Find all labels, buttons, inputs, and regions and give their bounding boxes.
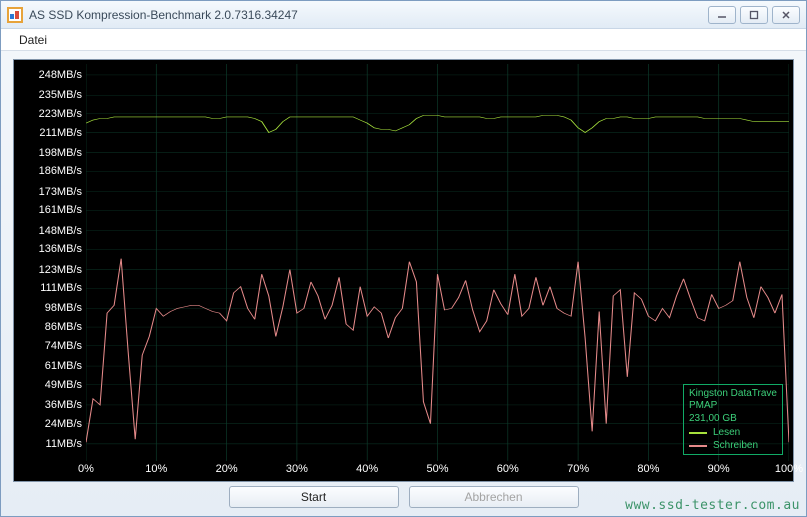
y-tick-label: 86MB/s xyxy=(45,321,82,333)
legend-capacity: 231,00 GB xyxy=(689,413,777,426)
x-tick-label: 10% xyxy=(145,463,167,475)
minimize-button[interactable] xyxy=(708,6,736,24)
y-tick-label: 211MB/s xyxy=(39,127,82,139)
y-tick-label: 36MB/s xyxy=(45,399,82,411)
x-tick-label: 100% xyxy=(775,463,803,475)
menu-file[interactable]: Datei xyxy=(11,31,55,49)
window-title: AS SSD Kompression-Benchmark 2.0.7316.34… xyxy=(29,8,708,22)
x-tick-label: 30% xyxy=(286,463,308,475)
start-button[interactable]: Start xyxy=(229,486,399,508)
app-icon xyxy=(7,7,23,23)
y-tick-label: 24MB/s xyxy=(45,418,82,430)
legend-write-row: Schreiben xyxy=(689,440,777,453)
y-tick-label: 235MB/s xyxy=(39,89,82,101)
y-tick-label: 98MB/s xyxy=(45,302,82,314)
y-tick-label: 148MB/s xyxy=(39,225,82,237)
titlebar: AS SSD Kompression-Benchmark 2.0.7316.34… xyxy=(1,1,806,29)
x-tick-label: 20% xyxy=(216,463,238,475)
legend-device: Kingston DataTrave xyxy=(689,388,777,401)
cancel-button[interactable]: Abbrechen xyxy=(409,486,579,508)
window-controls xyxy=(708,6,800,24)
x-tick-label: 40% xyxy=(356,463,378,475)
y-tick-label: 11MB/s xyxy=(46,438,82,450)
benchmark-chart: 11MB/s 24MB/s 36MB/s 49MB/s 61MB/s 74MB/s 86MB… xyxy=(14,60,793,481)
x-tick-label: 0% xyxy=(78,463,94,475)
app-window: AS SSD Kompression-Benchmark 2.0.7316.34… xyxy=(0,0,807,517)
y-axis-labels: 11MB/s 24MB/s 36MB/s 49MB/s 61MB/s 74MB/s 86MB… xyxy=(14,60,86,461)
maximize-button[interactable] xyxy=(740,6,768,24)
x-tick-label: 70% xyxy=(567,463,589,475)
y-tick-label: 186MB/s xyxy=(39,165,82,177)
chart-area: 11MB/s 24MB/s 36MB/s 49MB/s 61MB/s 74MB/s 86MB… xyxy=(13,59,794,482)
x-tick-label: 90% xyxy=(708,463,730,475)
y-tick-label: 198MB/s xyxy=(39,147,82,159)
close-button[interactable] xyxy=(772,6,800,24)
x-tick-label: 60% xyxy=(497,463,519,475)
menubar: Datei xyxy=(1,29,806,51)
legend-read-label: Lesen xyxy=(713,427,740,440)
y-tick-label: 49MB/s xyxy=(45,379,82,391)
y-tick-label: 136MB/s xyxy=(39,243,82,255)
y-tick-label: 111MB/s xyxy=(40,282,82,294)
y-tick-label: 173MB/s xyxy=(39,186,82,198)
legend-device-sub: PMAP xyxy=(689,400,777,413)
x-axis-labels: 0%10%20%30%40%50%60%70%80%90%100% xyxy=(86,461,789,481)
watermark: www.ssd-tester.com.au xyxy=(625,498,800,513)
x-tick-label: 80% xyxy=(637,463,659,475)
legend-read-row: Lesen xyxy=(689,427,777,440)
y-tick-label: 123MB/s xyxy=(39,264,82,276)
x-tick-label: 50% xyxy=(426,463,448,475)
y-tick-label: 248MB/s xyxy=(39,69,82,81)
legend-write-label: Schreiben xyxy=(713,440,758,453)
y-tick-label: 223MB/s xyxy=(39,108,82,120)
legend-write-swatch xyxy=(689,445,707,447)
plot-area: Kingston DataTrave PMAP 231,00 GB Lesen … xyxy=(86,64,789,461)
y-tick-label: 61MB/s xyxy=(45,360,82,372)
y-tick-label: 74MB/s xyxy=(45,340,82,352)
y-tick-label: 161MB/s xyxy=(39,204,82,216)
legend-read-swatch xyxy=(689,432,707,434)
chart-legend: Kingston DataTrave PMAP 231,00 GB Lesen … xyxy=(683,384,783,456)
